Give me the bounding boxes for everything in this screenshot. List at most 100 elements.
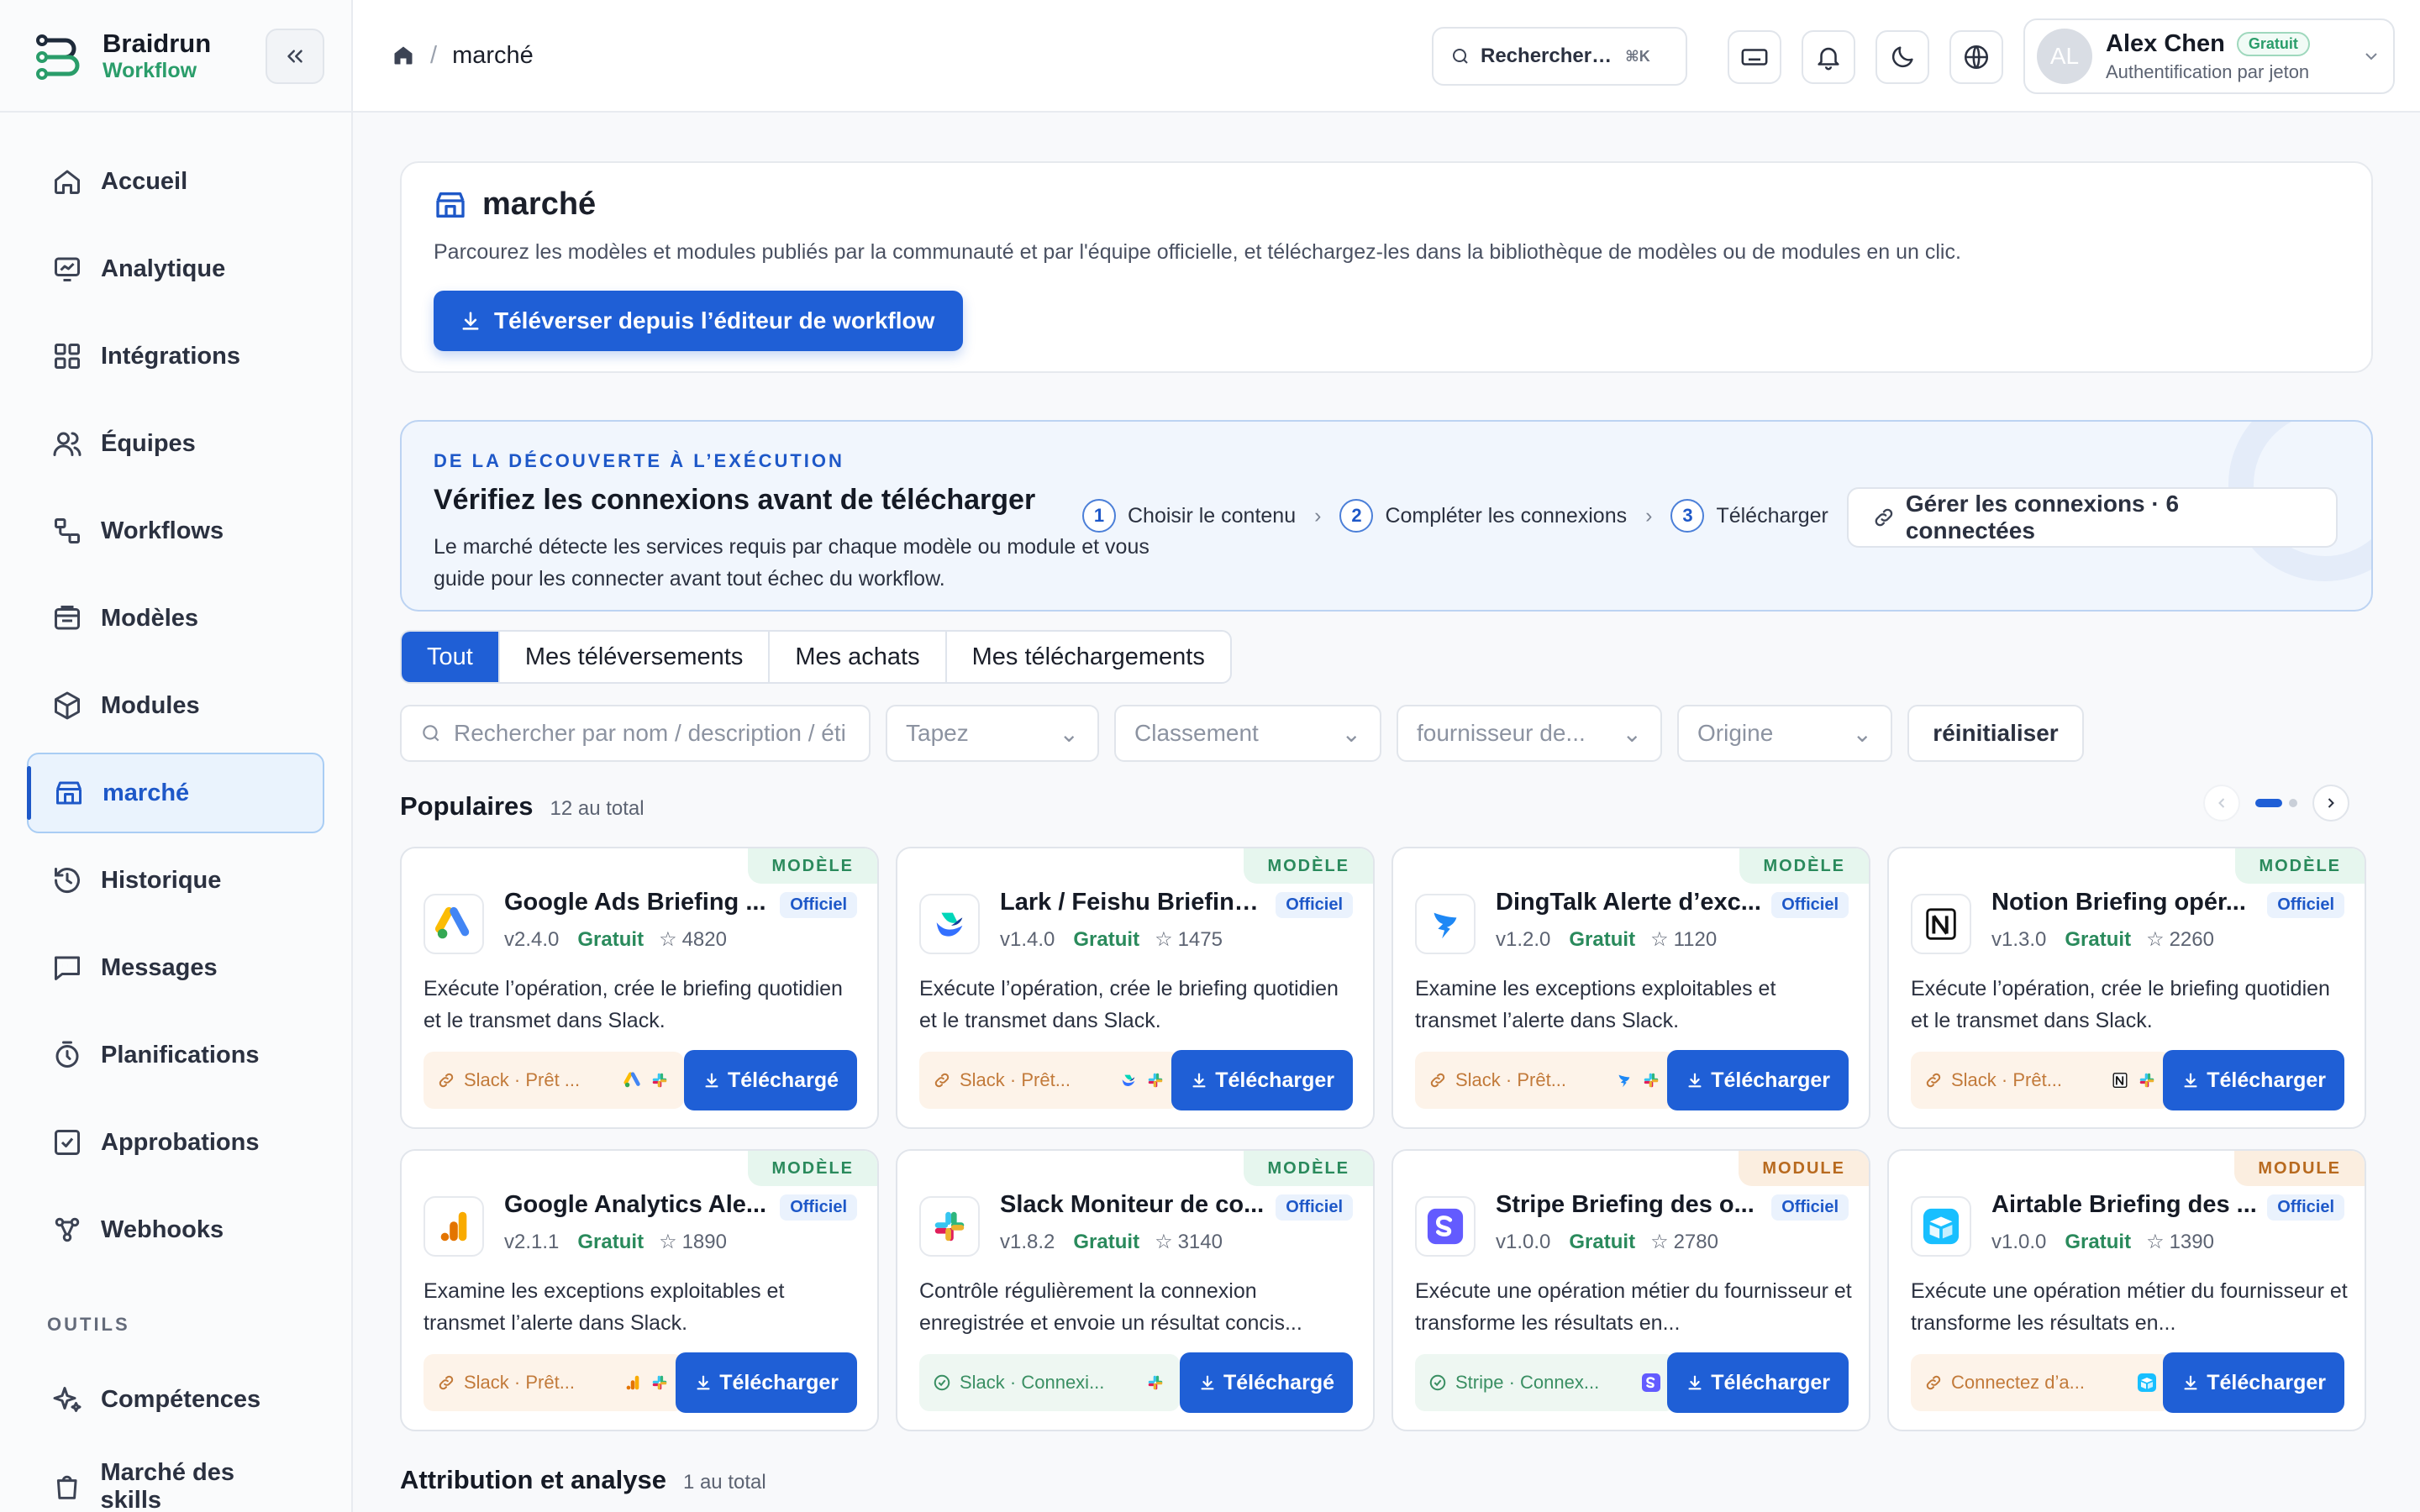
marketplace-card[interactable]: MODÈLE Slack Moniteur de co... Officiel … <box>896 1149 1375 1431</box>
official-badge: Officiel <box>780 1194 857 1221</box>
sidebar-item-marche-skills[interactable]: Marché des skills <box>27 1446 324 1512</box>
connection-status-text: Slack · Prêt... <box>960 1069 1071 1090</box>
marketplace-search-input[interactable]: Rechercher par nom / description / éti <box>400 705 871 762</box>
download-button[interactable]: Télécharger <box>1667 1352 1849 1413</box>
page-title: marché <box>482 186 597 222</box>
download-icon <box>697 1375 710 1390</box>
carousel-prev-button[interactable] <box>2203 785 2240 822</box>
sidebar-item-accueil[interactable]: Accueil <box>27 141 324 222</box>
provider-mini-icon <box>622 1372 644 1394</box>
connection-flow-banner: DE LA DÉCOUVERTE À L’EXÉCUTION Vérifiez … <box>400 420 2373 612</box>
step-number: 2 <box>1339 499 1374 533</box>
download-button-label: Télécharger <box>2207 1370 2326 1394</box>
user-menu[interactable]: AL Alex Chen Gratuit Authentification pa… <box>2023 18 2395 94</box>
connection-status-chip[interactable]: Slack · Prêt... <box>1415 1052 1676 1109</box>
connection-status-chip[interactable]: Slack · Connexi... <box>919 1354 1180 1411</box>
card-stars: 1475 <box>1177 927 1223 951</box>
official-badge: Officiel <box>1276 892 1353 918</box>
connection-status-chip[interactable]: Slack · Prêt... <box>919 1052 1180 1109</box>
download-button-label: Télécharger <box>1215 1068 1334 1092</box>
sidebar-item-workflows[interactable]: Workflows <box>27 491 324 571</box>
provider-logo <box>424 894 484 954</box>
sidebar-item-modeles[interactable]: Modèles <box>27 578 324 659</box>
sidebar-item-marche[interactable]: marché <box>27 753 324 833</box>
sidebar-item-approbations[interactable]: Approbations <box>27 1102 324 1183</box>
download-button[interactable]: Téléchargé <box>683 1050 857 1110</box>
connection-status-chip[interactable]: Slack · Prêt... <box>424 1354 684 1411</box>
download-button[interactable]: Télécharger <box>1171 1050 1353 1110</box>
card-stars: 4820 <box>681 927 727 951</box>
manage-connections-button[interactable]: Gérer les connexions · 6 connectées <box>1847 487 2338 548</box>
download-button-label: Téléchargé <box>727 1068 839 1092</box>
user-auth-method: Authentification par jeton <box>2106 60 2310 82</box>
home-icon[interactable] <box>392 44 415 67</box>
sidebar-item-integrations[interactable]: Intégrations <box>27 316 324 396</box>
sidebar-item-webhooks[interactable]: Webhooks <box>27 1189 324 1270</box>
sidebar-item-modules[interactable]: Modules <box>27 665 324 746</box>
marketplace-card[interactable]: MODULE Airtable Briefing des ... Officie… <box>1887 1149 2366 1431</box>
reset-filters-button[interactable]: réinitialiser <box>1907 705 2084 762</box>
bell-icon <box>1818 47 1839 71</box>
marketplace-card[interactable]: MODÈLE Google Ads Briefing ... Officiel … <box>400 847 879 1129</box>
sidebar-item-equipes[interactable]: Équipes <box>27 403 324 484</box>
breadcrumb-current: marché <box>452 41 534 69</box>
connection-status-chip[interactable]: Stripe · Connex... <box>1415 1354 1676 1411</box>
provider-select[interactable]: fournisseur de... ⌄ <box>1397 705 1662 762</box>
tab-mes-televersements[interactable]: Mes téléversements <box>500 632 771 682</box>
download-button[interactable]: Télécharger <box>1667 1050 1849 1110</box>
carousel-dot[interactable] <box>2289 799 2297 807</box>
marketplace-card[interactable]: MODULE Stripe Briefing des o... Officiel… <box>1392 1149 1870 1431</box>
sidebar-item-label: Approbations <box>101 1128 260 1156</box>
check-circle-icon <box>1428 1373 1447 1392</box>
official-badge: Officiel <box>780 892 857 918</box>
tab-mes-telechargements[interactable]: Mes téléchargements <box>947 632 1230 682</box>
marketplace-card[interactable]: MODÈLE DingTalk Alerte d’exc... Officiel… <box>1392 847 1870 1129</box>
kind-ribbon: MODÈLE <box>1244 848 1373 884</box>
type-select[interactable]: Tapez ⌄ <box>886 705 1099 762</box>
download-button-label: Télécharger <box>1711 1370 1830 1394</box>
download-button[interactable]: Télécharger <box>2163 1050 2344 1110</box>
sidebar-item-label: Planifications <box>101 1041 260 1068</box>
tab-mes-achats[interactable]: Mes achats <box>770 632 947 682</box>
marketplace-card[interactable]: MODÈLE Lark / Feishu Briefing... Officie… <box>896 847 1375 1129</box>
download-button[interactable]: Téléchargé <box>1179 1352 1353 1413</box>
upload-from-editor-button[interactable]: Téléverser depuis l’éditeur de workflow <box>434 291 964 351</box>
sort-select-value: Classement <box>1134 720 1259 746</box>
origin-select[interactable]: Origine ⌄ <box>1677 705 1892 762</box>
card-version: v1.8.2 <box>1000 1230 1055 1253</box>
global-search-button[interactable]: Rechercher… ⌘K <box>1432 27 1687 86</box>
star-icon: ☆ <box>1155 928 1173 951</box>
sidebar-item-messages[interactable]: Messages <box>27 927 324 1008</box>
connection-status-chip[interactable]: Connectez d’a... <box>1911 1354 2171 1411</box>
carousel-next-button[interactable] <box>2312 785 2349 822</box>
marketplace-card[interactable]: MODÈLE Notion Briefing opér... Officiel … <box>1887 847 2366 1129</box>
sidebar-item-planifications[interactable]: Planifications <box>27 1015 324 1095</box>
official-badge: Officiel <box>1771 892 1849 918</box>
card-description: Exécute l’opération, crée le briefing qu… <box>424 977 843 1032</box>
star-icon: ☆ <box>1650 1231 1669 1253</box>
provider-mini-icon <box>2136 1372 2158 1394</box>
page-description: Parcourez les modèles et modules publiés… <box>434 240 1961 264</box>
sort-select[interactable]: Classement ⌄ <box>1114 705 1381 762</box>
carousel-dot-active[interactable] <box>2255 799 2282 807</box>
card-stars: 2260 <box>2169 927 2214 951</box>
connection-status-chip[interactable]: Slack · Prêt... <box>1911 1052 2171 1109</box>
brand-name: Braidrun <box>103 29 212 58</box>
connection-status-chip[interactable]: Slack · Prêt ... <box>424 1052 684 1109</box>
keyboard-shortcuts-button[interactable] <box>1728 30 1781 84</box>
marketplace-card[interactable]: MODÈLE Google Analytics Ale... Officiel … <box>400 1149 879 1431</box>
chevrons-left-icon <box>287 50 302 63</box>
sidebar-item-analytique[interactable]: Analytique <box>27 228 324 309</box>
notifications-button[interactable] <box>1802 30 1855 84</box>
tab-tout[interactable]: Tout <box>402 632 500 682</box>
chevron-down-icon: ⌄ <box>1059 720 1079 747</box>
sidebar-item-historique[interactable]: Historique <box>27 840 324 921</box>
collapse-sidebar-button[interactable] <box>266 29 324 84</box>
chevron-down-icon <box>2365 53 2377 60</box>
link-icon <box>437 1373 455 1392</box>
download-button[interactable]: Télécharger <box>676 1352 857 1413</box>
language-button[interactable] <box>1949 30 2003 84</box>
download-button[interactable]: Télécharger <box>2163 1352 2344 1413</box>
theme-toggle-button[interactable] <box>1876 30 1929 84</box>
sidebar-item-competences[interactable]: Compétences <box>27 1359 324 1440</box>
